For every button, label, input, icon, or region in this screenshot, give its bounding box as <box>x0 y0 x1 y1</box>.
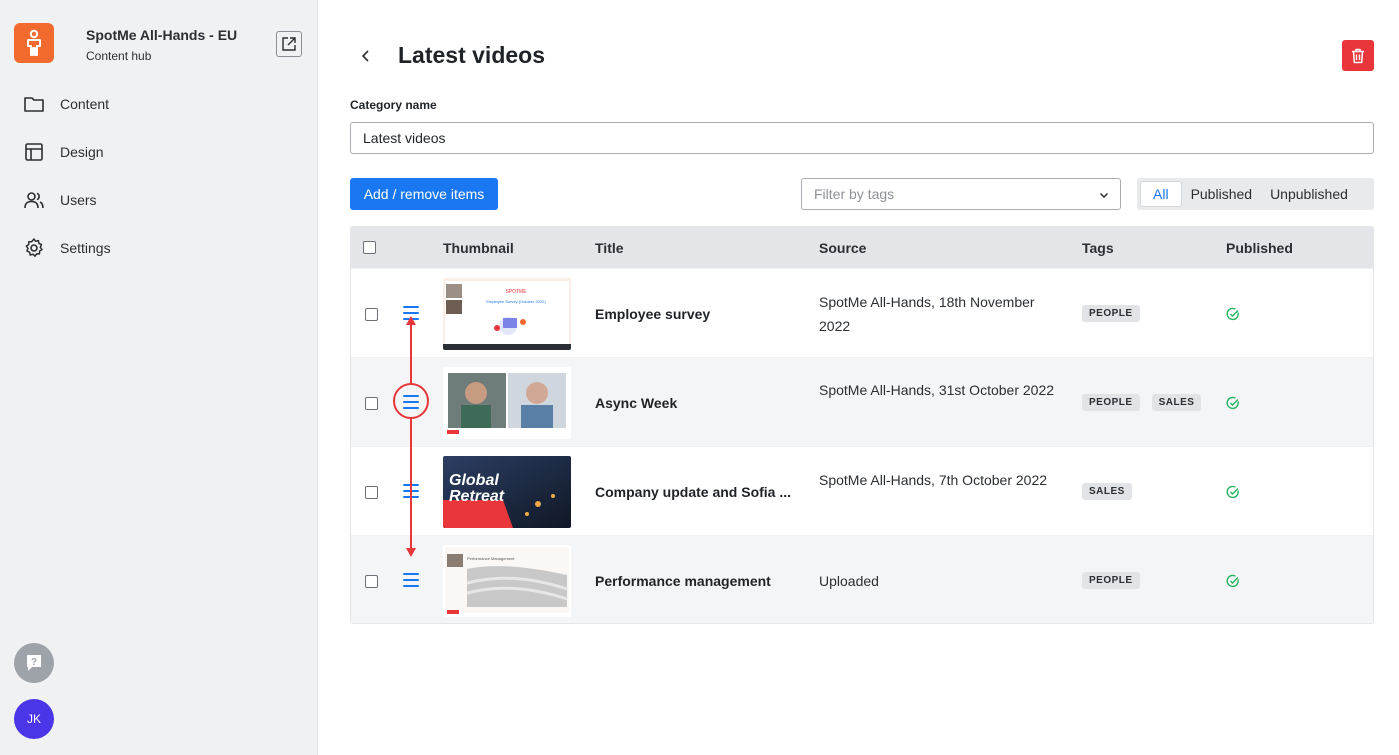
segment-published[interactable]: Published <box>1182 181 1262 207</box>
row-checkbox[interactable] <box>365 308 378 321</box>
segment-all[interactable]: All <box>1140 181 1182 207</box>
thumbnail-image: SPOTME Employee Survey (October 2022) <box>443 278 571 350</box>
published-check-icon <box>1226 396 1239 410</box>
folder-icon <box>24 97 44 112</box>
help-button[interactable]: ? <box>14 643 54 683</box>
row-source: SpotMe All-Hands, 31st October 2022 <box>819 382 1055 398</box>
category-name-label: Category name <box>350 98 437 112</box>
tag-badge: PEOPLE <box>1082 394 1140 411</box>
row-title[interactable]: Performance management <box>595 573 795 589</box>
videos-table: Thumbnail Title Source Tags Published SP… <box>350 226 1374 624</box>
external-link-icon <box>282 37 296 51</box>
row-source: SpotMe All-Hands, 7th October 2022 <box>819 472 1048 488</box>
sidebar-item-label: Settings <box>60 240 111 256</box>
users-icon <box>24 192 44 209</box>
sidebar-nav: Content Design Users Settings <box>0 80 318 272</box>
gear-icon <box>25 238 43 257</box>
app-subtitle: Content hub <box>86 49 152 63</box>
thumbnail-image: Performance Management <box>443 545 571 617</box>
sidebar-item-design[interactable]: Design <box>0 128 318 176</box>
table-row[interactable]: Global Retreat Company update and Sofia … <box>351 446 1373 535</box>
thumbnail-title-line1: Global <box>449 472 499 489</box>
open-external-button[interactable] <box>276 31 302 57</box>
row-source: SpotMe All-Hands, 18th November 2022 <box>819 294 1035 334</box>
table-row[interactable]: Performance Management Performance manag… <box>351 535 1373 623</box>
table-header: Thumbnail Title Source Tags Published <box>351 227 1373 268</box>
sidebar-item-settings[interactable]: Settings <box>0 224 318 272</box>
video-thumbnail[interactable]: SPOTME Employee Survey (October 2022) <box>443 278 571 350</box>
filter-by-tags-select[interactable] <box>801 178 1121 210</box>
thumbnail-image <box>443 367 571 439</box>
table-row[interactable]: SPOTME Employee Survey (October 2022) Em… <box>351 268 1373 357</box>
drag-handle-icon[interactable] <box>403 573 419 587</box>
delete-button[interactable] <box>1342 40 1374 71</box>
column-header-tags: Tags <box>1082 240 1114 256</box>
app-logo[interactable] <box>14 23 54 63</box>
sidebar-item-content[interactable]: Content <box>0 80 318 128</box>
drag-handle-icon[interactable] <box>403 395 419 409</box>
table-row[interactable]: Async Week SpotMe All-Hands, 31st Octobe… <box>351 357 1373 446</box>
row-title[interactable]: Async Week <box>595 395 795 411</box>
row-title[interactable]: Company update and Sofia ... <box>595 484 795 500</box>
tag-badge: SALES <box>1082 483 1132 500</box>
page-title: Latest videos <box>398 42 545 68</box>
published-check-icon <box>1226 307 1239 321</box>
person-icon <box>27 29 41 56</box>
drag-handle-icon[interactable] <box>403 484 419 498</box>
select-all-checkbox[interactable] <box>363 241 376 254</box>
avatar[interactable]: JK <box>14 699 54 739</box>
row-tags: PEOPLE <box>1082 572 1140 589</box>
row-checkbox[interactable] <box>365 397 378 410</box>
video-thumbnail[interactable]: Global Retreat <box>443 456 571 528</box>
published-check-icon <box>1226 485 1239 499</box>
published-check-icon <box>1226 574 1239 588</box>
thumbnail-brand-text: SPOTME <box>505 289 527 295</box>
filter-by-tags-input[interactable] <box>814 186 1084 202</box>
row-title[interactable]: Employee survey <box>595 306 795 322</box>
row-tags: PEOPLE SALES <box>1082 394 1202 411</box>
row-source: Uploaded <box>819 573 879 589</box>
column-header-source: Source <box>819 240 867 256</box>
chevron-down-icon <box>1099 192 1109 199</box>
sidebar-item-users[interactable]: Users <box>0 176 318 224</box>
column-header-thumbnail: Thumbnail <box>443 240 514 256</box>
tag-badge: PEOPLE <box>1082 305 1140 322</box>
add-remove-items-button[interactable]: Add / remove items <box>350 178 498 210</box>
app-name: SpotMe All-Hands - EU <box>86 27 238 43</box>
sidebar-item-label: Users <box>60 192 97 208</box>
row-tags: SALES <box>1082 483 1132 500</box>
column-header-title: Title <box>595 240 624 256</box>
svg-text:?: ? <box>31 657 37 668</box>
segment-unpublished[interactable]: Unpublished <box>1261 181 1357 207</box>
row-checkbox[interactable] <box>365 486 378 499</box>
trash-icon <box>1352 48 1364 63</box>
category-name-input[interactable] <box>350 122 1374 154</box>
layout-icon <box>25 143 43 161</box>
sidebar-item-label: Design <box>60 144 104 160</box>
publish-filter-segmented: All Published Unpublished <box>1137 178 1374 210</box>
row-tags: PEOPLE <box>1082 305 1140 322</box>
help-icon: ? <box>27 655 41 671</box>
thumbnail-caption-text: Employee Survey (October 2022) <box>486 299 546 304</box>
thumbnail-title-line2: Retreat <box>449 488 505 505</box>
drag-handle-icon[interactable] <box>403 306 419 320</box>
chevron-left-icon <box>361 50 369 62</box>
video-thumbnail[interactable]: Performance Management <box>443 545 571 617</box>
sidebar: SpotMe All-Hands - EU Content hub Conten… <box>0 0 318 755</box>
thumbnail-caption-text: Performance Management <box>467 556 515 561</box>
thumbnail-image: Global Retreat <box>443 456 571 528</box>
row-checkbox[interactable] <box>365 575 378 588</box>
back-button[interactable] <box>355 45 377 67</box>
column-header-published: Published <box>1226 240 1293 256</box>
sidebar-item-label: Content <box>60 96 110 112</box>
video-thumbnail[interactable] <box>443 367 571 439</box>
tag-badge: PEOPLE <box>1082 572 1140 589</box>
tag-badge: SALES <box>1151 394 1202 411</box>
